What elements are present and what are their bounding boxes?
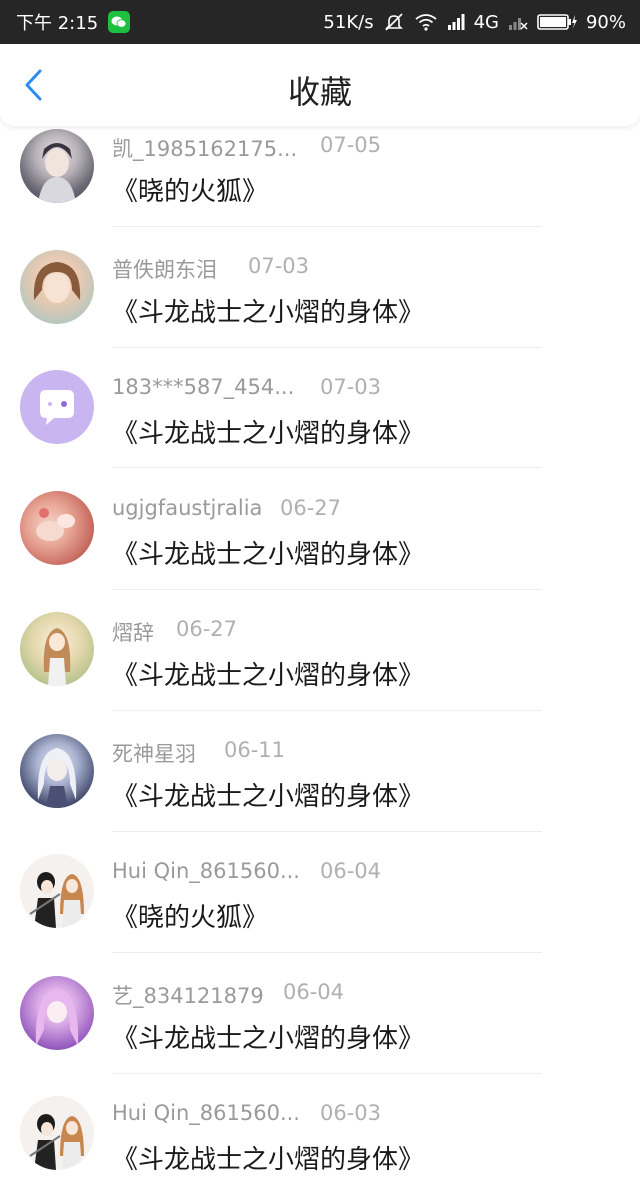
username[interactable]: 普佚朗东泪 bbox=[112, 258, 217, 282]
username[interactable]: 熠辞 bbox=[112, 621, 154, 645]
divider bbox=[112, 347, 542, 348]
date: 06-04 bbox=[283, 980, 345, 1004]
favorite-title[interactable]: 《斗龙战士之小熠的身体》 bbox=[112, 1139, 424, 1176]
item-meta: ugjgfaustjralia 06-27 bbox=[112, 496, 341, 520]
avatar-image bbox=[33, 262, 81, 303]
avatar[interactable] bbox=[20, 129, 94, 203]
list-item[interactable]: Hui Qin_861560... 06-04 《晓的火狐》 bbox=[0, 834, 640, 955]
avatar[interactable] bbox=[20, 370, 94, 444]
item-meta: 普佚朗东泪 07-03 bbox=[112, 254, 309, 284]
item-meta: 183***587_454... 07-03 bbox=[112, 375, 381, 399]
username[interactable]: 凯_1985162175... bbox=[112, 137, 297, 161]
date: 06-03 bbox=[320, 1101, 382, 1125]
list-item[interactable]: 死神星羽 06-11 《斗龙战士之小熠的身体》 bbox=[0, 713, 640, 834]
divider bbox=[112, 952, 542, 953]
item-meta: Hui Qin_861560... 06-03 bbox=[112, 1101, 381, 1125]
username[interactable]: ugjgfaustjralia bbox=[112, 496, 262, 520]
avatar-image bbox=[29, 872, 84, 928]
list-item[interactable]: Hui Qin_861560... 06-03 《斗龙战士之小熠的身体》 bbox=[0, 1076, 640, 1197]
avatar-image bbox=[43, 628, 71, 686]
item-meta: Hui Qin_861560... 06-04 bbox=[112, 859, 381, 883]
divider bbox=[112, 831, 542, 832]
date: 06-04 bbox=[320, 859, 382, 883]
avatar[interactable] bbox=[20, 612, 94, 686]
date: 06-27 bbox=[280, 496, 342, 520]
header-bar: 收藏 bbox=[0, 44, 640, 126]
item-meta: 凯_1985162175... 07-05 bbox=[112, 133, 381, 163]
date: 06-11 bbox=[224, 738, 286, 762]
list-item[interactable]: 熠辞 06-27 《斗龙战士之小熠的身体》 bbox=[0, 592, 640, 713]
favorite-title[interactable]: 《斗龙战士之小熠的身体》 bbox=[112, 413, 424, 450]
favorites-list[interactable]: 凯_1985162175... 07-05 《晓的火狐》 普佚朗东泪 07-03… bbox=[0, 0, 640, 1196]
list-item[interactable]: 普佚朗东泪 07-03 《斗龙战士之小熠的身体》 bbox=[0, 229, 640, 350]
avatar[interactable] bbox=[20, 976, 94, 1050]
avatar-image bbox=[38, 143, 76, 203]
date: 07-03 bbox=[320, 375, 382, 399]
avatar-image bbox=[37, 748, 77, 808]
list-item[interactable]: 凯_1985162175... 07-05 《晓的火狐》 bbox=[0, 108, 640, 229]
avatar[interactable] bbox=[20, 854, 94, 928]
favorite-title[interactable]: 《晓的火狐》 bbox=[112, 897, 268, 934]
favorite-title[interactable]: 《斗龙战士之小熠的身体》 bbox=[112, 1018, 424, 1055]
divider bbox=[112, 226, 542, 227]
username[interactable]: Hui Qin_861560... bbox=[112, 859, 300, 883]
favorite-title[interactable]: 《斗龙战士之小熠的身体》 bbox=[112, 534, 424, 571]
list-item[interactable]: ugjgfaustjralia 06-27 《斗龙战士之小熠的身体》 bbox=[0, 471, 640, 592]
chevron-left-icon bbox=[25, 69, 42, 101]
avatar-image bbox=[36, 508, 75, 541]
list-item[interactable]: 183***587_454... 07-03 《斗龙战士之小熠的身体》 bbox=[0, 350, 640, 471]
list-item[interactable]: 艺_834121879 06-04 《斗龙战士之小熠的身体》 bbox=[0, 955, 640, 1076]
divider bbox=[112, 467, 542, 468]
favorite-title[interactable]: 《晓的火狐》 bbox=[112, 171, 268, 208]
avatar[interactable] bbox=[20, 1096, 94, 1170]
username[interactable]: Hui Qin_861560... bbox=[112, 1101, 300, 1125]
item-meta: 艺_834121879 06-04 bbox=[112, 980, 344, 1010]
page-title: 收藏 bbox=[287, 73, 352, 111]
avatar[interactable] bbox=[20, 734, 94, 808]
username[interactable]: 艺_834121879 bbox=[112, 984, 264, 1008]
username[interactable]: 死神星羽 bbox=[112, 742, 196, 766]
back-button[interactable] bbox=[18, 66, 50, 104]
item-meta: 熠辞 06-27 bbox=[112, 617, 237, 647]
divider bbox=[112, 589, 542, 590]
date: 06-27 bbox=[176, 617, 238, 641]
username[interactable]: 183***587_454... bbox=[112, 375, 294, 399]
chat-bubble-icon bbox=[40, 390, 74, 425]
date: 07-03 bbox=[248, 254, 310, 278]
avatar-image bbox=[35, 988, 79, 1046]
item-meta: 死神星羽 06-11 bbox=[112, 738, 285, 768]
avatar-image bbox=[29, 1114, 84, 1170]
favorite-title[interactable]: 《斗龙战士之小熠的身体》 bbox=[112, 655, 424, 692]
avatar[interactable] bbox=[20, 491, 94, 565]
avatar[interactable] bbox=[20, 250, 94, 324]
favorite-title[interactable]: 《斗龙战士之小熠的身体》 bbox=[112, 776, 424, 813]
divider bbox=[112, 710, 542, 711]
favorite-title[interactable]: 《斗龙战士之小熠的身体》 bbox=[112, 292, 424, 329]
divider bbox=[112, 1073, 542, 1074]
date: 07-05 bbox=[320, 133, 382, 157]
